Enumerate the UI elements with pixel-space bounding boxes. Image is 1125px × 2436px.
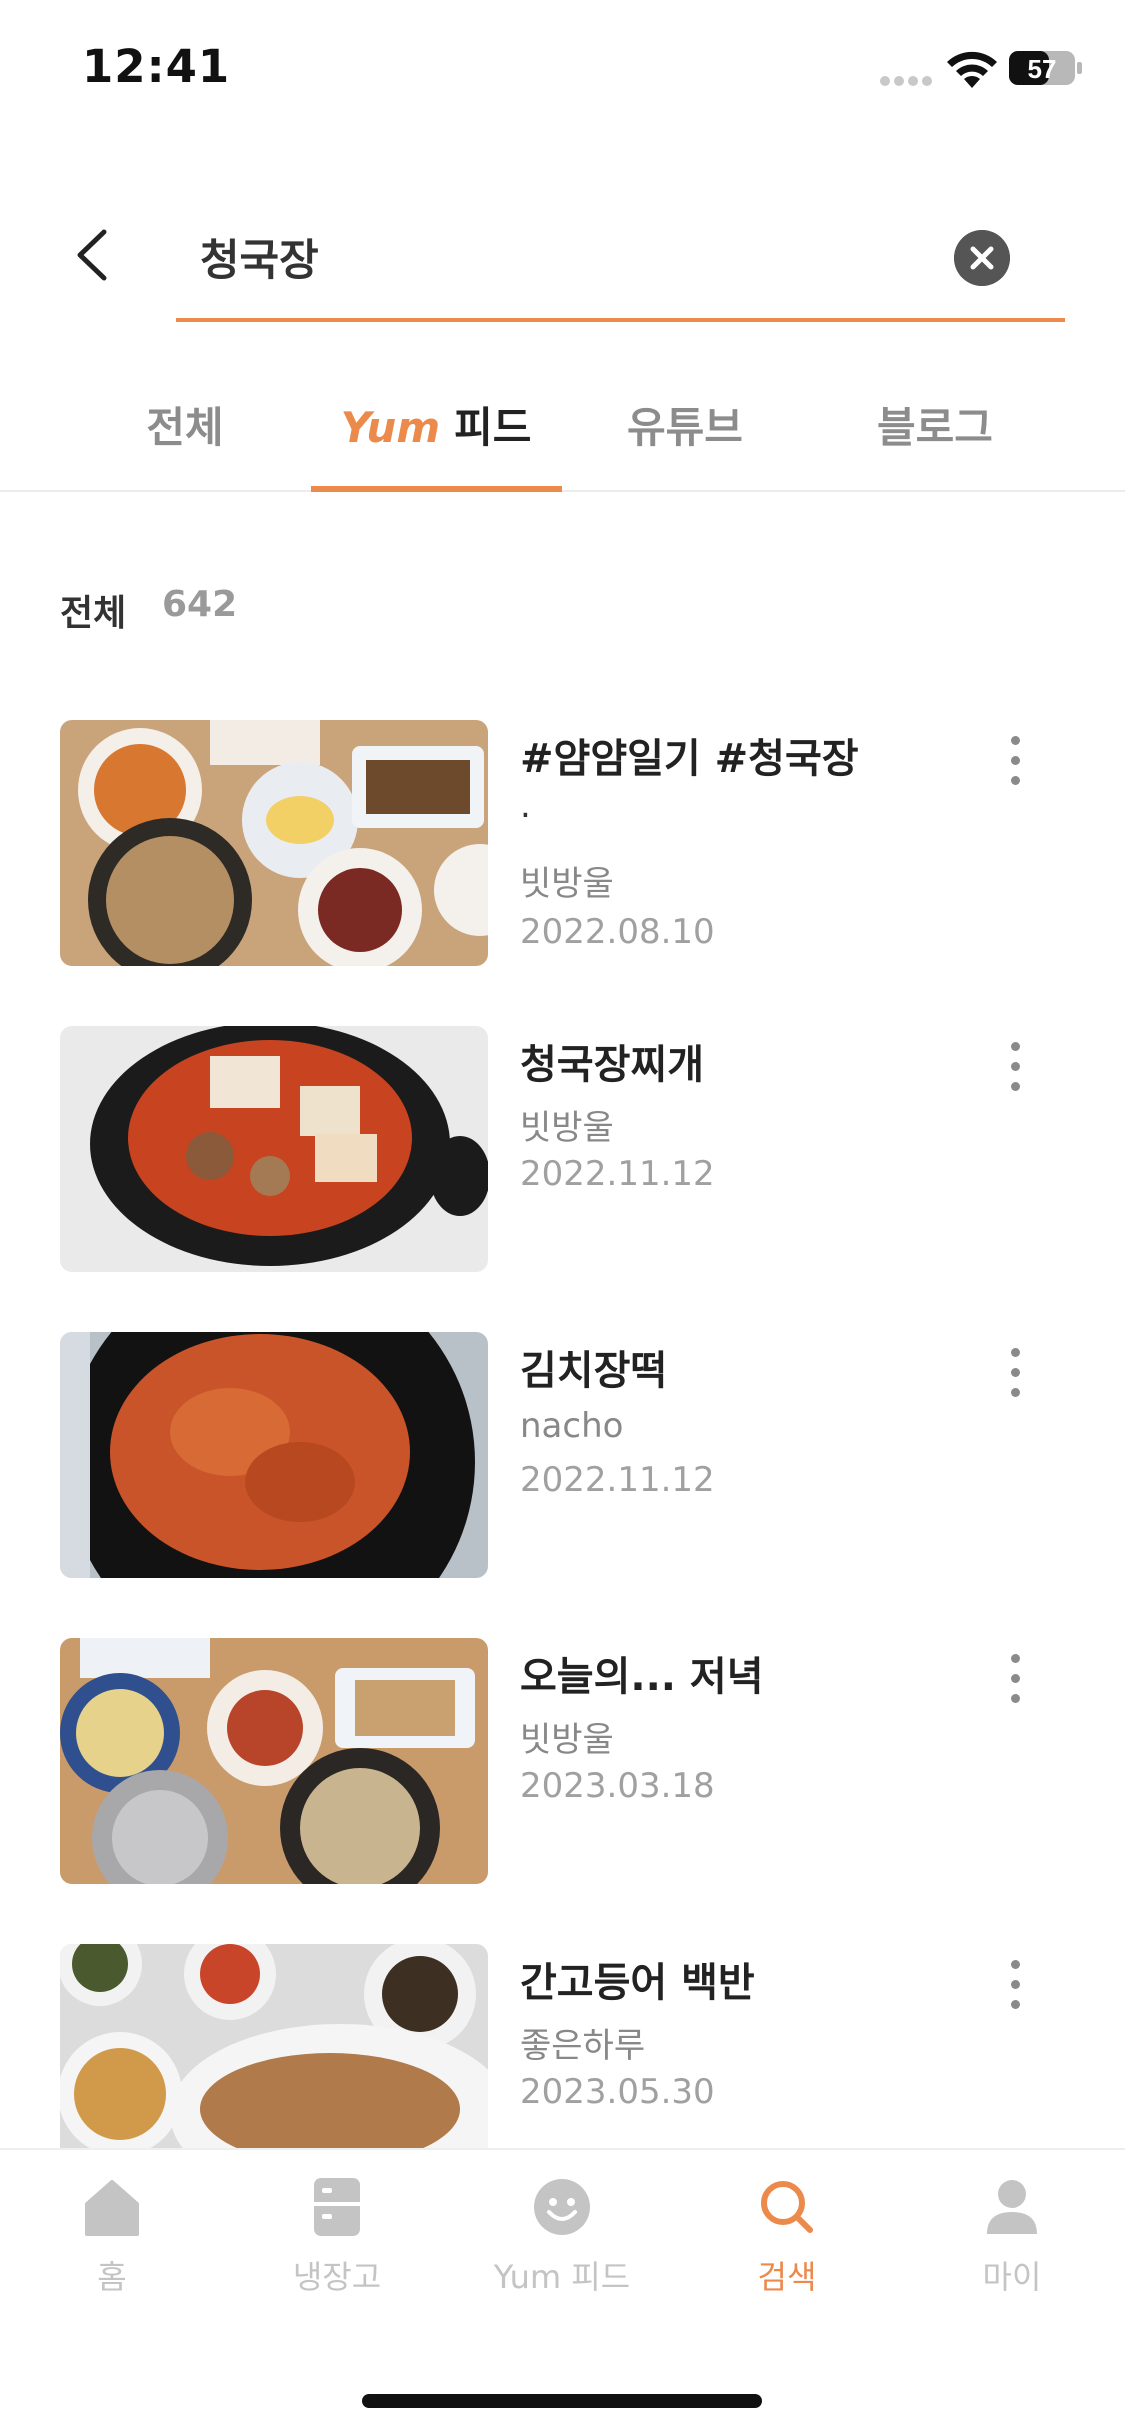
search-icon (761, 2181, 813, 2233)
tab-yum-feed-label: 피드 (454, 403, 532, 452)
item-title: 김치장떡 (520, 1348, 668, 1394)
chevron-left-icon (77, 229, 107, 281)
more-options-button[interactable] (1000, 1040, 1030, 1096)
status-bar: 12:41 57 (0, 0, 1125, 140)
more-options-button[interactable] (1000, 734, 1030, 790)
list-item[interactable]: 김치장떡 nacho 2022.11.12 (0, 1332, 1125, 1580)
cellular-signal-icon (880, 76, 932, 86)
wifi-icon (947, 51, 997, 88)
back-button[interactable] (60, 220, 130, 290)
list-item[interactable]: 오늘의... 저녁 빗방울 2023.03.18 (0, 1638, 1125, 1886)
more-options-button[interactable] (1000, 1652, 1030, 1708)
item-date: 2022.11.12 (520, 1460, 715, 1500)
food-photo (60, 720, 488, 966)
item-title: 오늘의... 저녁 (520, 1654, 764, 1700)
battery-icon: 57 (1009, 51, 1082, 85)
fridge-icon (314, 2178, 360, 2236)
nav-my[interactable]: 마이 (922, 2172, 1102, 2322)
item-date: 2023.05.30 (520, 2072, 715, 2112)
item-author: 빗방울 (520, 1720, 614, 1760)
status-time: 12:41 (82, 40, 231, 93)
item-author: nacho (520, 1406, 624, 1446)
tab-all-label: 전체 (146, 403, 224, 452)
item-date: 2022.11.12 (520, 1154, 715, 1194)
result-count-label: 전체 (60, 593, 127, 634)
item-title: #얌얌일기 #청국장 (520, 736, 859, 782)
nav-yum-feed[interactable]: Yum 피드 (472, 2172, 652, 2322)
nav-fridge-label: 냉장고 (292, 2258, 382, 2296)
food-photo (60, 1332, 488, 1578)
more-options-button[interactable] (1000, 1958, 1030, 2014)
nav-search[interactable]: 검색 (697, 2172, 877, 2322)
result-count: 642 (162, 584, 238, 625)
person-icon (987, 2180, 1037, 2234)
item-title: 청국장찌개 (520, 1042, 704, 1088)
more-options-button[interactable] (1000, 1346, 1030, 1402)
item-date: 2023.03.18 (520, 1766, 715, 1806)
food-photo (60, 1026, 488, 1272)
search-input[interactable]: 청국장 (200, 226, 319, 288)
list-item[interactable]: #얌얌일기 #청국장 . 빗방울 2022.08.10 (0, 720, 1125, 968)
item-author: 빗방울 (520, 1108, 614, 1148)
tab-youtube-label: 유튜브 (627, 403, 743, 452)
tab-bar: 전체 Yum 피드 유튜브 블로그 (0, 370, 1125, 492)
active-tab-indicator (311, 486, 562, 492)
tab-blog-label: 블로그 (877, 403, 993, 452)
nav-home[interactable]: 홈 (22, 2172, 202, 2322)
tab-blog[interactable]: 블로그 (860, 394, 1010, 452)
tab-youtube[interactable]: 유튜브 (610, 394, 760, 452)
nav-home-label: 홈 (97, 2258, 127, 2296)
item-date: 2022.08.10 (520, 912, 715, 952)
list-item[interactable]: 청국장찌개 빗방울 2022.11.12 (0, 1026, 1125, 1274)
item-author: 좋은하루 (520, 2026, 646, 2066)
battery-level: 57 (1028, 54, 1057, 84)
yum-logo: Yum (340, 403, 441, 452)
home-indicator (362, 2394, 762, 2408)
bottom-navigation: 홈 냉장고 Yum 피드 검색 마이 (0, 2148, 1125, 2436)
tab-all[interactable]: 전체 (130, 394, 240, 452)
item-excerpt: . (520, 786, 531, 826)
nav-my-label: 마이 (982, 2258, 1042, 2296)
item-author: 빗방울 (520, 864, 614, 904)
smile-icon (534, 2179, 590, 2235)
nav-fridge[interactable]: 냉장고 (247, 2172, 427, 2322)
home-icon (85, 2180, 139, 2236)
search-underline (176, 318, 1065, 322)
item-title: 간고등어 백반 (520, 1960, 755, 2006)
nav-yum-feed-label: Yum 피드 (493, 2258, 631, 2296)
clear-search-button[interactable] (954, 230, 1010, 286)
food-photo (60, 1638, 488, 1884)
nav-search-label: 검색 (757, 2258, 817, 2296)
tab-yum-feed[interactable]: Yum 피드 (310, 394, 562, 452)
